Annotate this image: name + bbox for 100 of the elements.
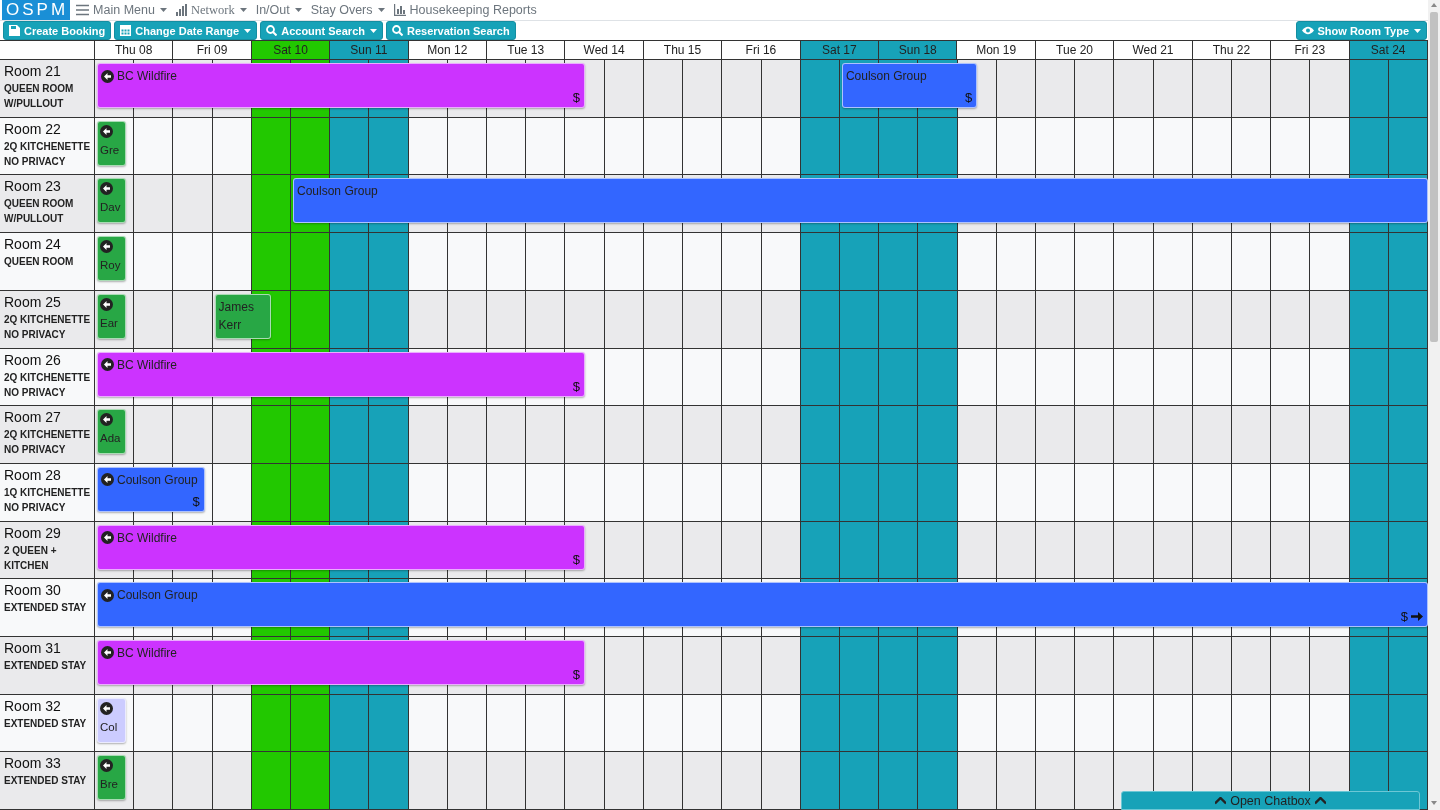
menu-icon — [76, 4, 90, 16]
room-name: Room 25 — [4, 292, 62, 311]
timeline-row[interactable]: BC Wildfire $ — [95, 636, 1428, 694]
menu-item[interactable]: Main Menu — [76, 2, 167, 18]
guest-name: Coulson Group — [117, 587, 198, 605]
room-name: Room 24 — [4, 235, 62, 254]
booking-bar[interactable]: BC Wildfire $ — [97, 524, 586, 570]
toolbar-button[interactable]: Reservation Search — [385, 21, 516, 41]
room-type: EXTENDED STAY — [4, 601, 88, 616]
booking-bar[interactable]: Coulson Group $ — [841, 63, 978, 109]
day-header: Sat 10 — [251, 41, 331, 60]
guest-name: Coulson Group — [117, 471, 198, 489]
guest-name: James Kerr — [218, 298, 255, 334]
booking-bar[interactable]: Coulson Group $ — [97, 582, 1428, 628]
room-type: 1Q KITCHENETTE NO PRIVACY — [4, 485, 92, 515]
booking-bar[interactable]: Ear — [97, 293, 127, 339]
room-name: Room 23 — [4, 177, 62, 196]
timeline-row[interactable]: Col — [95, 694, 1428, 752]
logo[interactable]: OSPM — [2, 0, 71, 20]
timeline-row[interactable]: Coulson Group $ — [95, 463, 1428, 521]
day-header: Wed 21 — [1114, 41, 1193, 60]
booking-bar[interactable]: Gre — [97, 120, 127, 166]
guest-name: BC Wildfire — [117, 356, 177, 374]
day-header: Wed 14 — [565, 41, 644, 60]
room-name: Room 28 — [4, 465, 62, 484]
toolbar-button[interactable]: Show Room Type — [1295, 21, 1427, 41]
day-header: Mon 19 — [957, 41, 1036, 60]
timeline-row[interactable]: BC Wildfire $ Coulson Group $ — [95, 60, 1428, 117]
booking-bar[interactable]: Bre — [97, 755, 127, 801]
menu-item[interactable]: Housekeeping Reports — [393, 2, 537, 18]
timeline-row[interactable]: BC Wildfire $ — [95, 521, 1428, 579]
menu-item[interactable]: Stay Overs — [310, 2, 385, 18]
booking-bar[interactable]: Roy — [97, 236, 127, 282]
guest-name: BC Wildfire — [117, 644, 177, 662]
scrollbar[interactable] — [1428, 0, 1440, 810]
day-header: Tue 13 — [487, 41, 566, 60]
booking-bar[interactable]: Ada — [97, 409, 127, 455]
booking-bar[interactable]: Col — [97, 697, 127, 743]
day-header: Sat 17 — [800, 41, 880, 60]
day-header: Sun 18 — [879, 41, 958, 60]
room-type: 2Q KITCHENETTE NO PRIVACY — [4, 139, 92, 169]
booking-bar[interactable]: BC Wildfire $ — [97, 63, 586, 109]
room-name: Room 32 — [4, 696, 62, 715]
timeline-row[interactable]: Ear James Kerr — [95, 290, 1428, 348]
booking-bar[interactable]: BC Wildfire $ — [97, 639, 586, 685]
payment-mark: $ — [572, 378, 581, 394]
menu-item[interactable]: Network — [175, 2, 247, 18]
bar-chart-icon — [393, 4, 406, 16]
day-header: Sat 24 — [1349, 41, 1428, 60]
guest-name: Col — [100, 719, 118, 735]
booking-bar[interactable]: James Kerr — [214, 293, 272, 339]
day-header: Fri 09 — [173, 41, 252, 60]
payment-mark: $ — [964, 90, 973, 106]
toolbar-button[interactable]: Change Date Range — [114, 21, 258, 41]
payment-mark: $ — [572, 90, 581, 106]
room-type: QUEEN ROOM W/PULLOUT — [4, 197, 75, 227]
booking-bar[interactable]: Coulson Group — [293, 178, 1428, 224]
guest-name: Bre — [100, 777, 118, 793]
day-header: Fri 16 — [722, 41, 801, 60]
room-type: 2Q KITCHENETTE NO PRIVACY — [4, 428, 92, 458]
room-name: Room 33 — [4, 754, 62, 773]
menu-item[interactable]: In/Out — [255, 2, 302, 18]
room-name: Room 30 — [4, 581, 62, 600]
guest-name: Gre — [100, 142, 120, 158]
day-header: Fri 23 — [1271, 41, 1350, 60]
timeline-row[interactable]: BC Wildfire $ — [95, 348, 1428, 406]
room-type: 2Q KITCHENETTE NO PRIVACY — [4, 370, 92, 400]
day-header: Tue 20 — [1035, 41, 1115, 60]
guest-name: BC Wildfire — [117, 529, 177, 547]
room-name: Room 29 — [4, 523, 62, 542]
payment-mark: $ — [572, 666, 581, 682]
guest-name: Coulson Group — [297, 183, 378, 201]
timeline-row[interactable]: Dav Coulson Group — [95, 175, 1428, 233]
room-type: EXTENDED STAY — [4, 716, 88, 731]
booking-bar[interactable]: BC Wildfire $ — [97, 351, 586, 397]
room-type: EXTENDED STAY — [4, 658, 88, 673]
day-header: Mon 12 — [408, 41, 488, 60]
room-type: EXTENDED STAY — [4, 774, 88, 789]
booking-bar[interactable]: Dav — [97, 178, 127, 224]
search-icon — [266, 25, 278, 37]
guest-name: BC Wildfire — [117, 68, 177, 86]
toolbar-button[interactable]: Create Booking — [3, 21, 112, 41]
timeline-row[interactable]: Ada — [95, 406, 1428, 463]
guest-name: Ear — [100, 315, 118, 331]
timeline-row[interactable]: Gre — [95, 117, 1428, 175]
eye-icon — [1301, 26, 1314, 36]
toolbar-button[interactable]: Account Search — [260, 21, 383, 41]
room-type: QUEEN ROOM W/PULLOUT — [4, 82, 75, 112]
timeline-row[interactable]: Roy — [95, 233, 1428, 290]
guest-name: Dav — [100, 200, 121, 216]
chatbox-button[interactable]: Open Chatbox — [1121, 791, 1420, 810]
booking-bar[interactable]: Coulson Group $ — [97, 466, 205, 512]
timeline-row[interactable]: Coulson Group $ — [95, 579, 1428, 636]
payment-mark: $ — [192, 493, 200, 509]
chevron-up-icon — [1314, 796, 1326, 805]
day-header: Thu 08 — [95, 41, 174, 60]
guest-name: Ada — [100, 431, 121, 447]
room-name: Room 31 — [4, 638, 62, 657]
chevron-up-icon — [1215, 796, 1227, 805]
payment-mark: $ — [572, 551, 581, 567]
